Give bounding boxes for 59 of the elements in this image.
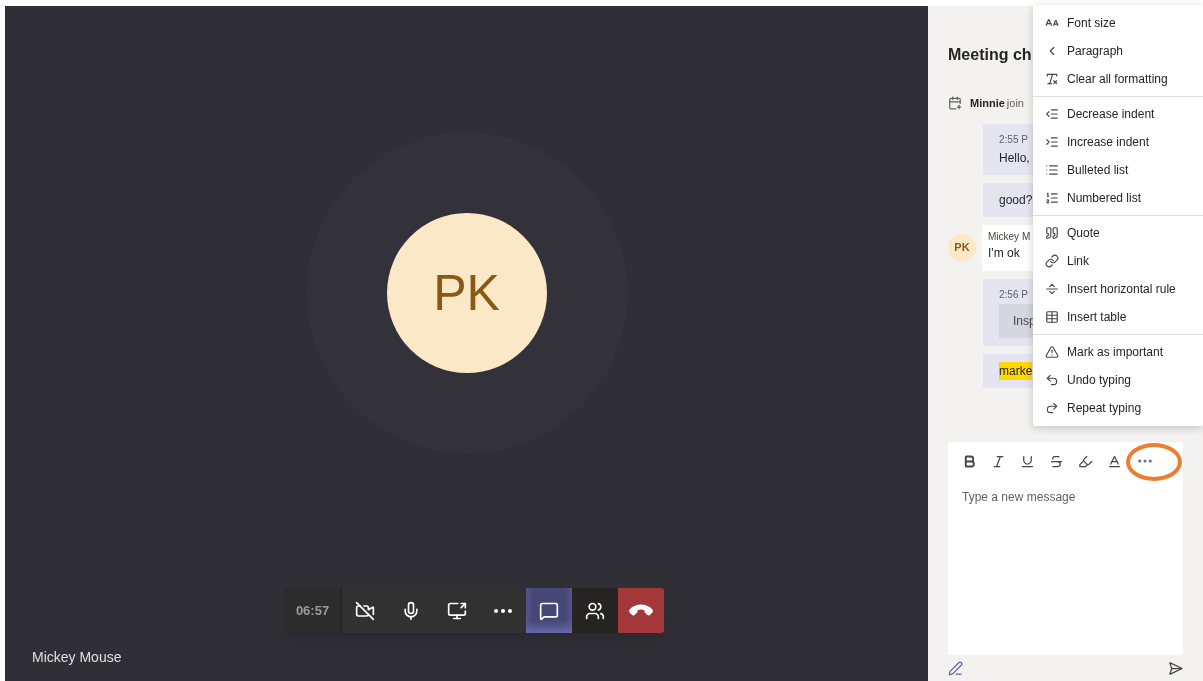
highlighter-icon[interactable] bbox=[1078, 453, 1093, 469]
format-icon[interactable] bbox=[948, 660, 963, 676]
menu-item[interactable]: Undo typing bbox=[1033, 366, 1203, 394]
bulleted-list-icon bbox=[1045, 163, 1059, 177]
chat-button[interactable] bbox=[526, 588, 572, 633]
event-name: Minnie bbox=[970, 96, 1005, 111]
menu-item[interactable]: Link bbox=[1033, 247, 1203, 275]
chat-title: Meeting ch bbox=[948, 45, 1032, 65]
menu-item[interactable]: Increase indent bbox=[1033, 128, 1203, 156]
more-icon bbox=[494, 608, 512, 613]
clear-format-icon bbox=[1045, 72, 1059, 86]
quote-icon bbox=[1045, 226, 1059, 240]
menu-item[interactable]: Paragraph bbox=[1033, 37, 1203, 65]
menu-item[interactable]: Decrease indent bbox=[1033, 100, 1203, 128]
undo-icon bbox=[1045, 373, 1059, 387]
table-icon bbox=[1045, 310, 1059, 324]
people-button[interactable] bbox=[572, 588, 618, 633]
menu-item[interactable]: Repeat typing bbox=[1033, 394, 1203, 422]
highlighted-text: marke bbox=[999, 361, 1033, 380]
share-screen-icon bbox=[447, 600, 467, 621]
increase-indent-icon bbox=[1045, 135, 1059, 149]
font-color-icon[interactable] bbox=[1107, 453, 1122, 469]
sender-avatar: PK bbox=[948, 233, 976, 262]
chat-icon bbox=[539, 600, 559, 621]
strikethrough-icon[interactable] bbox=[1049, 453, 1064, 469]
message-text: good? bbox=[999, 191, 1033, 209]
message-text: Hello, bbox=[999, 149, 1030, 167]
underline-icon[interactable] bbox=[1020, 453, 1035, 469]
camera-off-icon bbox=[355, 600, 375, 621]
menu-item[interactable]: Bulleted list bbox=[1033, 156, 1203, 184]
message-time: 2:56 P bbox=[999, 287, 1028, 302]
microphone-icon bbox=[401, 600, 421, 621]
menu-item[interactable]: Numbered list bbox=[1033, 184, 1203, 212]
call-timer: 06:57 bbox=[284, 588, 342, 633]
menu-item[interactable]: Clear all formatting bbox=[1033, 65, 1203, 93]
numbered-list-icon bbox=[1045, 191, 1059, 205]
message-input[interactable]: Type a new message bbox=[962, 488, 1169, 506]
bold-icon[interactable] bbox=[962, 453, 977, 469]
avatar: PK bbox=[386, 213, 547, 373]
link-icon bbox=[1045, 254, 1059, 268]
menu-item[interactable]: Quote bbox=[1033, 219, 1203, 247]
redo-icon bbox=[1045, 401, 1059, 415]
send-icon[interactable] bbox=[1168, 660, 1183, 676]
horizontal-rule-icon bbox=[1045, 282, 1059, 296]
menu-item[interactable]: Font size bbox=[1033, 9, 1203, 37]
menu-item[interactable]: Mark as important bbox=[1033, 338, 1203, 366]
calendar-icon bbox=[948, 96, 962, 111]
people-icon bbox=[585, 600, 605, 621]
menu-item[interactable]: Insert horizontal rule bbox=[1033, 275, 1203, 303]
event-text: join bbox=[1006, 96, 1024, 111]
sender-name: Mickey M bbox=[988, 229, 1032, 244]
camera-button[interactable] bbox=[342, 588, 388, 633]
message-text: I'm ok bbox=[988, 244, 1021, 262]
italic-icon[interactable] bbox=[991, 453, 1006, 469]
important-icon bbox=[1045, 345, 1059, 359]
decrease-indent-icon bbox=[1045, 107, 1059, 121]
hangup-button[interactable] bbox=[618, 588, 664, 633]
participant-name: Mickey Mouse bbox=[32, 648, 122, 667]
message-time: 2:55 P bbox=[999, 132, 1028, 147]
